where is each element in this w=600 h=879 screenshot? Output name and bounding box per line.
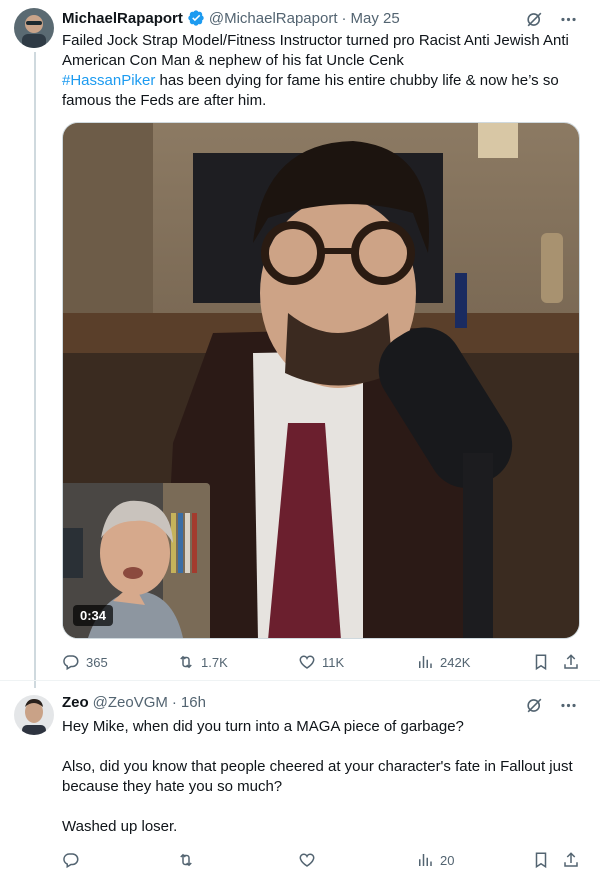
more-icon[interactable] bbox=[558, 695, 578, 715]
grok-icon[interactable] bbox=[524, 9, 544, 29]
views-button[interactable]: 242K bbox=[416, 652, 470, 672]
views-icon bbox=[419, 656, 432, 668]
share-icon bbox=[564, 654, 578, 669]
reply-button[interactable] bbox=[62, 850, 86, 870]
tweet-text: Failed Jock Strap Model/Fitness Instruct… bbox=[62, 31, 582, 111]
tweet-zeo[interactable]: Zeo @ZeoVGM · 16h Hey Mike, when did you… bbox=[0, 680, 600, 879]
share-button[interactable] bbox=[562, 850, 580, 870]
grok-icon[interactable] bbox=[524, 695, 544, 715]
reply-icon bbox=[63, 853, 79, 869]
tweet-paragraph: Also, did you know that people cheered a… bbox=[62, 758, 573, 795]
like-button[interactable]: 11K bbox=[298, 652, 344, 672]
bookmark-icon bbox=[535, 852, 547, 869]
video-duration-badge: 0:34 bbox=[73, 605, 114, 626]
avatar[interactable] bbox=[14, 8, 54, 48]
more-icon[interactable] bbox=[558, 9, 578, 29]
like-icon bbox=[299, 853, 315, 867]
view-count: 242K bbox=[440, 654, 471, 670]
repost-button[interactable] bbox=[177, 850, 201, 870]
like-button[interactable] bbox=[298, 850, 322, 870]
share-icon bbox=[564, 852, 578, 867]
tweet-text: Hey Mike, when did you turn into a MAGA … bbox=[62, 717, 582, 837]
bookmark-icon bbox=[535, 654, 547, 671]
separator-dot: · bbox=[171, 694, 177, 711]
tweet-top-actions bbox=[524, 695, 578, 715]
video-player[interactable]: 0:34 bbox=[62, 122, 580, 639]
avatar[interactable] bbox=[14, 695, 54, 735]
repost-icon bbox=[180, 655, 192, 669]
views-icon bbox=[419, 854, 432, 866]
tweet-action-bar: 20 bbox=[62, 850, 582, 870]
tweet-paragraph: Hey Mike, when did you turn into a MAGA … bbox=[62, 718, 464, 735]
bookmark-button[interactable] bbox=[532, 850, 550, 870]
user-handle[interactable]: @MichaelRapaport bbox=[209, 10, 338, 27]
thread-connector-line bbox=[34, 52, 36, 688]
bookmark-button[interactable] bbox=[532, 652, 550, 672]
separator-dot: · bbox=[341, 9, 347, 27]
display-name[interactable]: Zeo bbox=[62, 694, 89, 711]
timestamp[interactable]: 16h bbox=[181, 694, 206, 711]
views-button[interactable]: 20 bbox=[416, 850, 454, 870]
tweet-action-bar: 365 1.7K 11K 242K bbox=[62, 652, 582, 672]
reply-count: 365 bbox=[86, 654, 108, 670]
display-name[interactable]: MichaelRapaport bbox=[62, 10, 183, 27]
tweet-paragraph: Washed up loser. bbox=[62, 818, 178, 835]
tweet-header: Zeo @ZeoVGM · 16h bbox=[62, 694, 206, 711]
tweet-top-actions bbox=[524, 9, 578, 29]
repost-count: 1.7K bbox=[201, 654, 228, 670]
tweet-text-part1: Failed Jock Strap Model/Fitness Instruct… bbox=[62, 32, 569, 69]
view-count: 20 bbox=[440, 852, 455, 868]
share-button[interactable] bbox=[562, 652, 580, 672]
verified-badge-icon bbox=[187, 9, 205, 27]
user-handle[interactable]: @ZeoVGM bbox=[93, 694, 168, 711]
repost-icon bbox=[180, 853, 192, 867]
reply-icon bbox=[63, 655, 79, 671]
repost-button[interactable]: 1.7K bbox=[177, 652, 228, 672]
hashtag-link[interactable]: #HassanPiker bbox=[62, 72, 155, 89]
tweet-michaelrapaport[interactable]: MichaelRapaport @MichaelRapaport · May 2… bbox=[0, 0, 600, 688]
reply-button[interactable]: 365 bbox=[62, 652, 108, 672]
tweet-header: MichaelRapaport @MichaelRapaport · May 2… bbox=[62, 9, 400, 27]
like-icon bbox=[299, 655, 315, 669]
like-count: 11K bbox=[322, 654, 345, 670]
timestamp[interactable]: May 25 bbox=[350, 10, 399, 27]
